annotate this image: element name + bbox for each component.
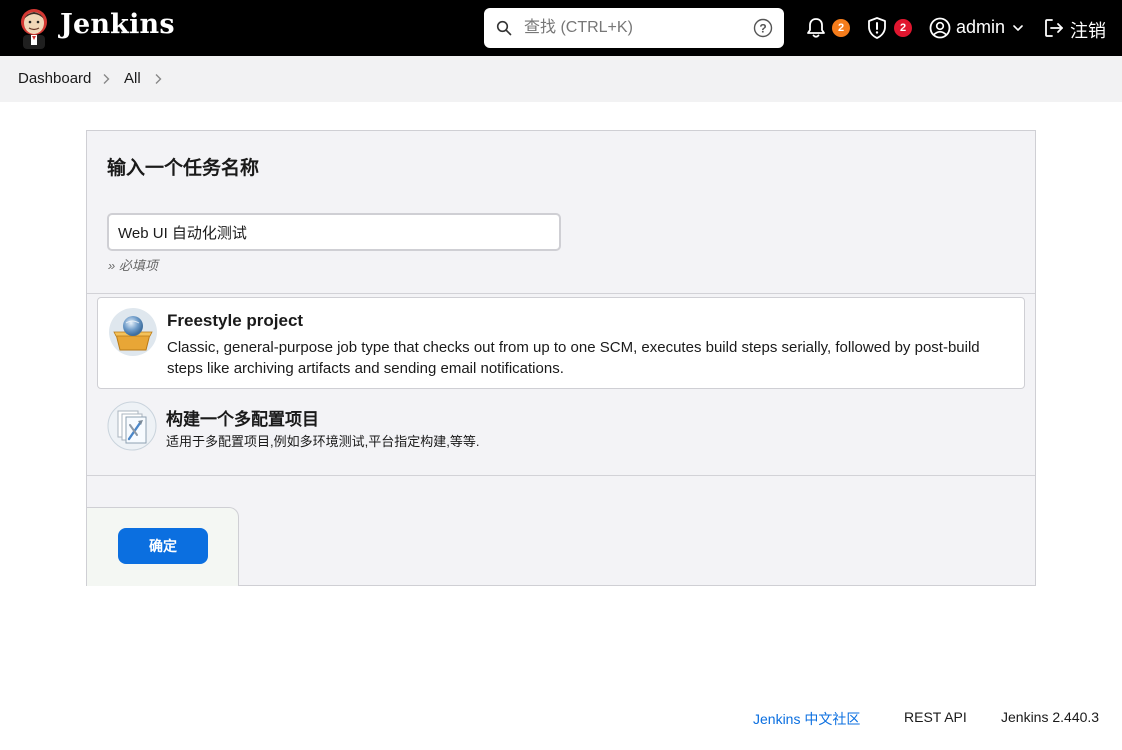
breadcrumb: Dashboard All (0, 56, 1122, 102)
footer-version[interactable]: Jenkins 2.440.3 (1001, 709, 1099, 725)
security-badge[interactable]: 2 (894, 19, 912, 37)
divider (87, 475, 1035, 476)
notifications-badge[interactable]: 2 (832, 19, 850, 37)
jenkins-logo-icon[interactable] (17, 7, 51, 49)
top-header: Jenkins ? 2 2 admin 注销 (0, 0, 1122, 56)
ok-button[interactable]: 确定 (118, 528, 208, 564)
help-icon[interactable]: ? (753, 18, 773, 38)
job-type-freestyle[interactable]: Freestyle project Classic, general-purpo… (97, 297, 1025, 389)
chevron-right-icon (103, 74, 110, 84)
new-item-form: 输入一个任务名称 » 必填项 Freestyle project Classic… (86, 130, 1036, 586)
search-input[interactable] (524, 8, 744, 48)
freestyle-project-icon (109, 308, 157, 356)
user-menu-name[interactable]: admin (956, 17, 1005, 38)
item-name-input[interactable] (107, 213, 561, 251)
job-type-title: Freestyle project (167, 311, 304, 330)
required-note: » 必填项 (108, 258, 158, 273)
job-type-description: 适用于多配置项目,例如多环境测试,平台指定构建,等等. (166, 434, 480, 449)
chevron-down-icon[interactable] (1012, 22, 1024, 34)
button-bar: 确定 (87, 507, 239, 586)
chevron-right-icon[interactable] (153, 73, 163, 85)
job-type-multi-configuration[interactable]: 构建一个多配置项目 适用于多配置项目,例如多环境测试,平台指定构建,等等. (97, 393, 1025, 471)
multi-configuration-icon (107, 401, 157, 451)
search-icon (496, 20, 512, 36)
job-type-description: Classic, general-purpose job type that c… (167, 339, 980, 377)
bell-icon[interactable] (806, 17, 826, 39)
breadcrumb-all[interactable]: All (124, 70, 141, 87)
brand-name[interactable]: Jenkins (60, 9, 175, 40)
shield-alert-icon[interactable] (866, 16, 888, 40)
footer-rest-api-link[interactable]: REST API (904, 709, 967, 725)
divider (87, 293, 1035, 294)
svg-text:?: ? (759, 22, 766, 36)
job-type-title: 构建一个多配置项目 (166, 410, 319, 429)
breadcrumb-dashboard[interactable]: Dashboard (18, 70, 91, 87)
footer-community-link[interactable]: Jenkins 中文社区 (753, 709, 860, 729)
user-circle-icon[interactable] (929, 17, 951, 39)
logout-link[interactable]: 注销 (1070, 17, 1106, 43)
item-name-heading: 输入一个任务名称 (107, 158, 260, 179)
search-box[interactable]: ? (484, 8, 784, 48)
logout-icon[interactable] (1043, 17, 1065, 39)
